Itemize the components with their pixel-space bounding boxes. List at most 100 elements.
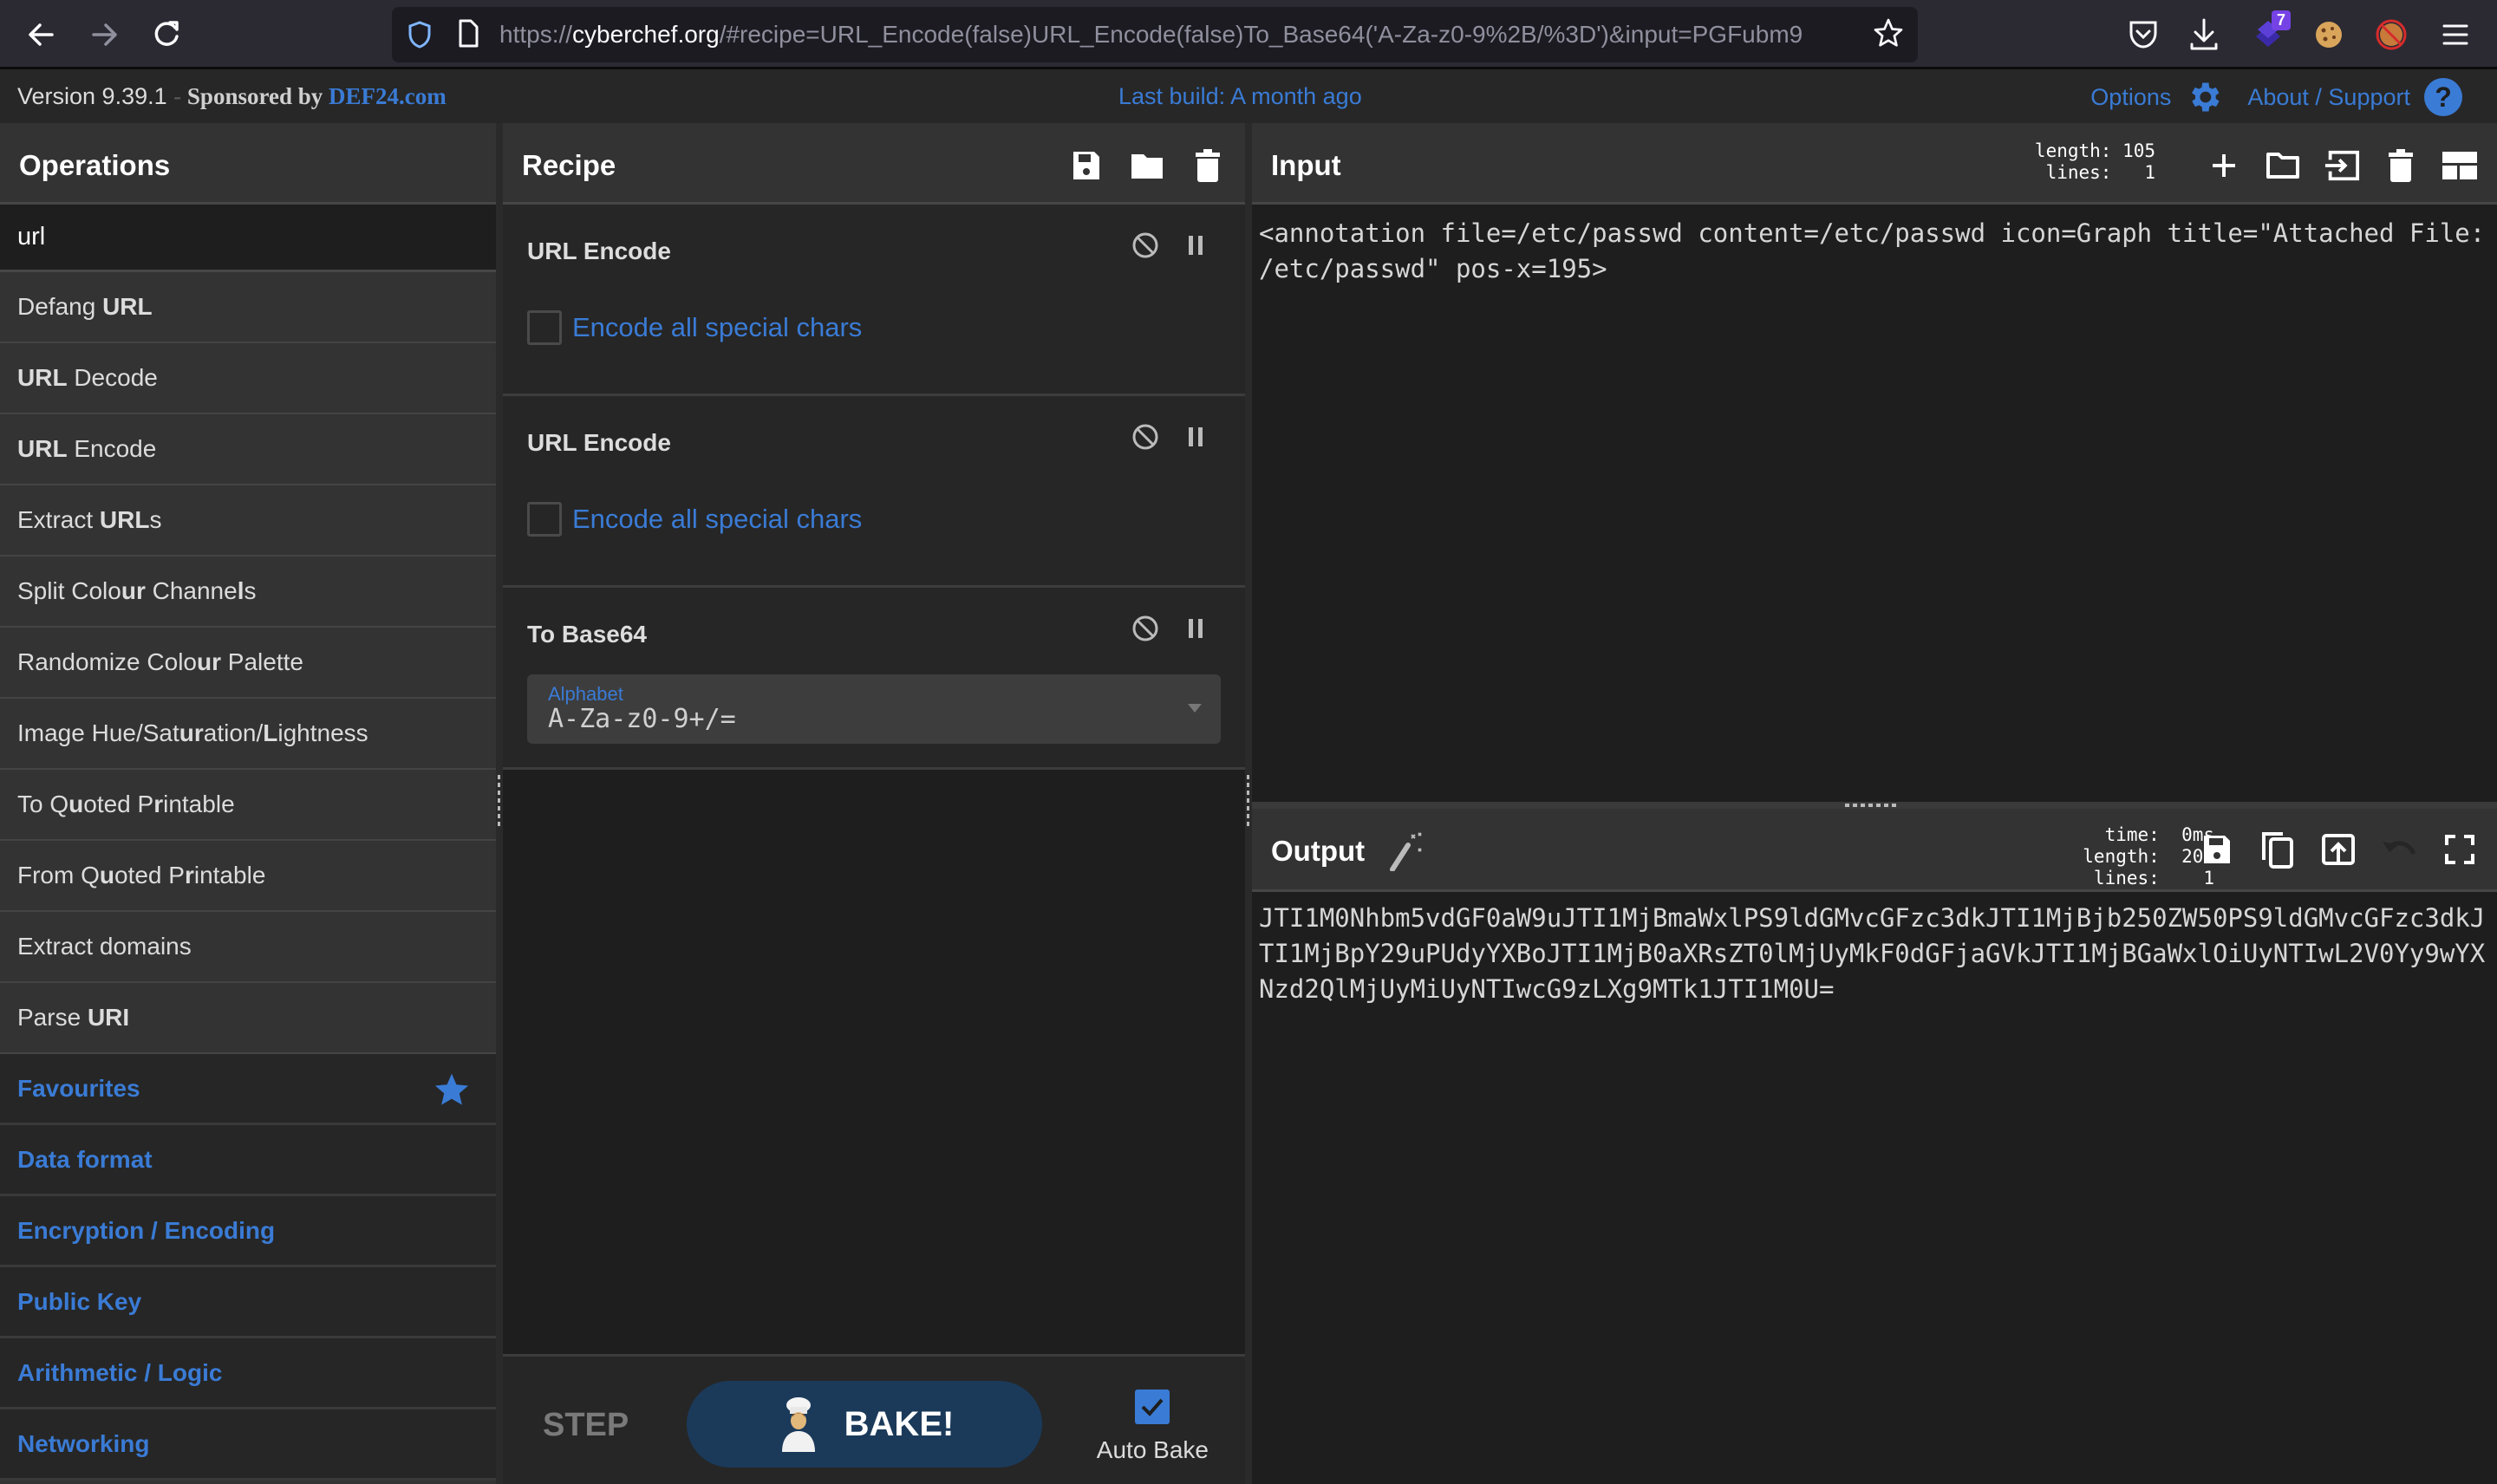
url-text[interactable]: https://cyberchef.org/#recipe=URL_Encode… — [499, 19, 1852, 50]
breakpoint-icon[interactable] — [1181, 422, 1210, 452]
operation-label-part: bl — [202, 791, 222, 817]
operation-item[interactable]: To Qu oted Pr inta bl e — [0, 770, 496, 841]
chef-icon — [781, 1397, 815, 1452]
load-recipe-button[interactable] — [1129, 147, 1165, 184]
upload-to-input-icon — [2322, 834, 2355, 865]
app-banner: Version 9.39.1 - Sponsored by DEF24.com … — [0, 69, 2497, 123]
operations-search-input[interactable] — [17, 223, 479, 251]
operation-item[interactable]: Split Colo ur Channe l s — [0, 556, 496, 628]
operation-item[interactable]: Extract URL s — [0, 485, 496, 556]
category-favourites[interactable]: Favourites — [0, 1054, 496, 1125]
disable-op-icon[interactable] — [1131, 614, 1160, 643]
options-link[interactable]: Options — [2090, 84, 2171, 111]
help-icon[interactable]: ? — [2424, 78, 2462, 116]
blocker-extension-button[interactable] — [2372, 16, 2410, 54]
bookmark-button[interactable] — [1871, 17, 1906, 52]
operation-item[interactable]: Defang URL — [0, 272, 496, 343]
bake-button[interactable]: BAKE! — [687, 1381, 1042, 1468]
step-button[interactable]: STEP — [543, 1407, 629, 1444]
category-encryption-encoding[interactable]: Encryption / Encoding — [0, 1196, 496, 1267]
recipe-header: Recipe — [503, 123, 1245, 205]
layout-icon — [2442, 152, 2477, 179]
undo-button[interactable] — [2381, 831, 2417, 868]
alphabet-select[interactable]: Alphabet A-Za-z0-9+/= — [527, 674, 1221, 744]
encode-special-chars-option[interactable]: Encode all special chars — [527, 310, 862, 345]
save-recipe-button[interactable] — [1068, 147, 1105, 184]
reload-button[interactable] — [147, 16, 186, 54]
ops-recipe-resizer[interactable] — [496, 123, 503, 1484]
breakpoint-icon[interactable] — [1181, 614, 1210, 643]
operation-item[interactable]: From Qu oted Pr inta bl e — [0, 841, 496, 912]
blocked-extension-icon — [2376, 19, 2407, 50]
magic-wand-icon[interactable] — [1389, 831, 1424, 871]
back-button[interactable] — [23, 16, 61, 54]
output-textarea[interactable]: JTI1M0Nhbm5vdGF0aW9uJTI1MjBmaWxlPS9ldGMv… — [1252, 892, 2497, 1484]
clear-input-button[interactable] — [2383, 147, 2419, 184]
open-folder-button[interactable] — [2265, 147, 2301, 184]
recipe-operation[interactable]: To Base64 Alphabet A-Za-z0-9+/= — [503, 588, 1245, 770]
category-networking[interactable]: Networking — [0, 1409, 496, 1481]
select-label: Alphabet — [548, 683, 623, 705]
io-resizer[interactable] — [1252, 802, 2497, 809]
recipe-panel: Recipe URL Encode Encode all special char… — [503, 123, 1245, 1484]
folder-open-icon — [2266, 153, 2299, 179]
input-text[interactable]: <annotation file=/etc/passwd content=/et… — [1252, 207, 2497, 296]
operation-item[interactable]: URL Encode — [0, 414, 496, 485]
cookie-extension-button[interactable] — [2310, 16, 2348, 54]
disable-op-icon[interactable] — [1131, 231, 1160, 260]
operation-label-part: ightness — [277, 719, 368, 746]
auto-bake-checkbox[interactable] — [1135, 1390, 1170, 1424]
operations-title: Operations — [19, 149, 171, 181]
clear-recipe-button[interactable] — [1190, 147, 1226, 184]
about-support-link[interactable]: About / Support — [2247, 84, 2410, 111]
category-public-key[interactable]: Public Key — [0, 1267, 496, 1338]
page-icon[interactable] — [458, 19, 479, 49]
operation-item[interactable]: Randomize Colo ur Palette — [0, 628, 496, 699]
forward-button[interactable] — [85, 16, 123, 54]
gear-icon[interactable] — [2185, 78, 2223, 116]
recipe-operation[interactable]: URL Encode Encode all special chars — [503, 205, 1245, 396]
copy-icon — [2262, 832, 2293, 869]
breakpoint-icon[interactable] — [1181, 231, 1210, 260]
save-icon — [2204, 836, 2230, 863]
pocket-button[interactable] — [2124, 16, 2162, 54]
forward-icon — [92, 23, 117, 46]
category-arithmetic-logic[interactable]: Arithmetic / Logic — [0, 1338, 496, 1409]
file-input-icon — [2324, 150, 2360, 181]
encode-special-chars-checkbox[interactable] — [527, 502, 562, 537]
pocket-icon — [2129, 21, 2157, 49]
reset-layout-button[interactable] — [2442, 147, 2478, 184]
operation-item[interactable]: Extract domains — [0, 912, 496, 983]
encode-special-chars-checkbox[interactable] — [527, 310, 562, 345]
shield-icon[interactable] — [407, 21, 432, 49]
category-data-format[interactable]: Data format — [0, 1125, 496, 1196]
recipe-operation[interactable]: URL Encode Encode all special chars — [503, 396, 1245, 588]
operation-item[interactable]: URL Decode — [0, 343, 496, 414]
replace-input-button[interactable] — [2320, 831, 2357, 868]
app-menu-button[interactable] — [2436, 16, 2474, 54]
folder-icon — [1131, 154, 1163, 179]
address-bar[interactable]: https://cyberchef.org/#recipe=URL_Encode… — [392, 7, 1918, 62]
maximise-output-button[interactable] — [2442, 831, 2478, 868]
add-input-tab-button[interactable] — [2206, 147, 2242, 184]
disable-op-icon[interactable] — [1131, 422, 1160, 452]
downloads-button[interactable] — [2185, 16, 2223, 54]
banner-links: Options About / Support ? — [2090, 78, 2462, 116]
open-file-button[interactable] — [2324, 147, 2360, 184]
copy-output-button[interactable] — [2259, 831, 2296, 869]
operation-item[interactable]: Parse URI — [0, 983, 496, 1054]
plus-icon — [2213, 154, 2235, 177]
sponsor-link[interactable]: DEF24.com — [329, 83, 447, 109]
extension-button[interactable]: 7 — [2249, 10, 2291, 54]
auto-bake-toggle[interactable]: Auto Bake — [1097, 1390, 1209, 1464]
operations-search[interactable] — [0, 205, 496, 272]
output-text[interactable]: JTI1M0Nhbm5vdGF0aW9uJTI1MjBmaWxlPS9ldGMv… — [1252, 892, 2497, 1016]
input-textarea[interactable]: <annotation file=/etc/passwd content=/et… — [1252, 207, 2497, 802]
recipe-io-resizer[interactable] — [1245, 123, 1252, 1484]
category-label: Encryption / Encoding — [17, 1216, 276, 1244]
encode-special-chars-option[interactable]: Encode all special chars — [527, 502, 862, 537]
save-output-button[interactable] — [2199, 831, 2235, 868]
operation-label-part: Encode — [67, 435, 157, 462]
operation-item[interactable]: Image Hue/Sat ur ation/Lightness — [0, 699, 496, 770]
operation-label-part: URL — [99, 506, 150, 533]
